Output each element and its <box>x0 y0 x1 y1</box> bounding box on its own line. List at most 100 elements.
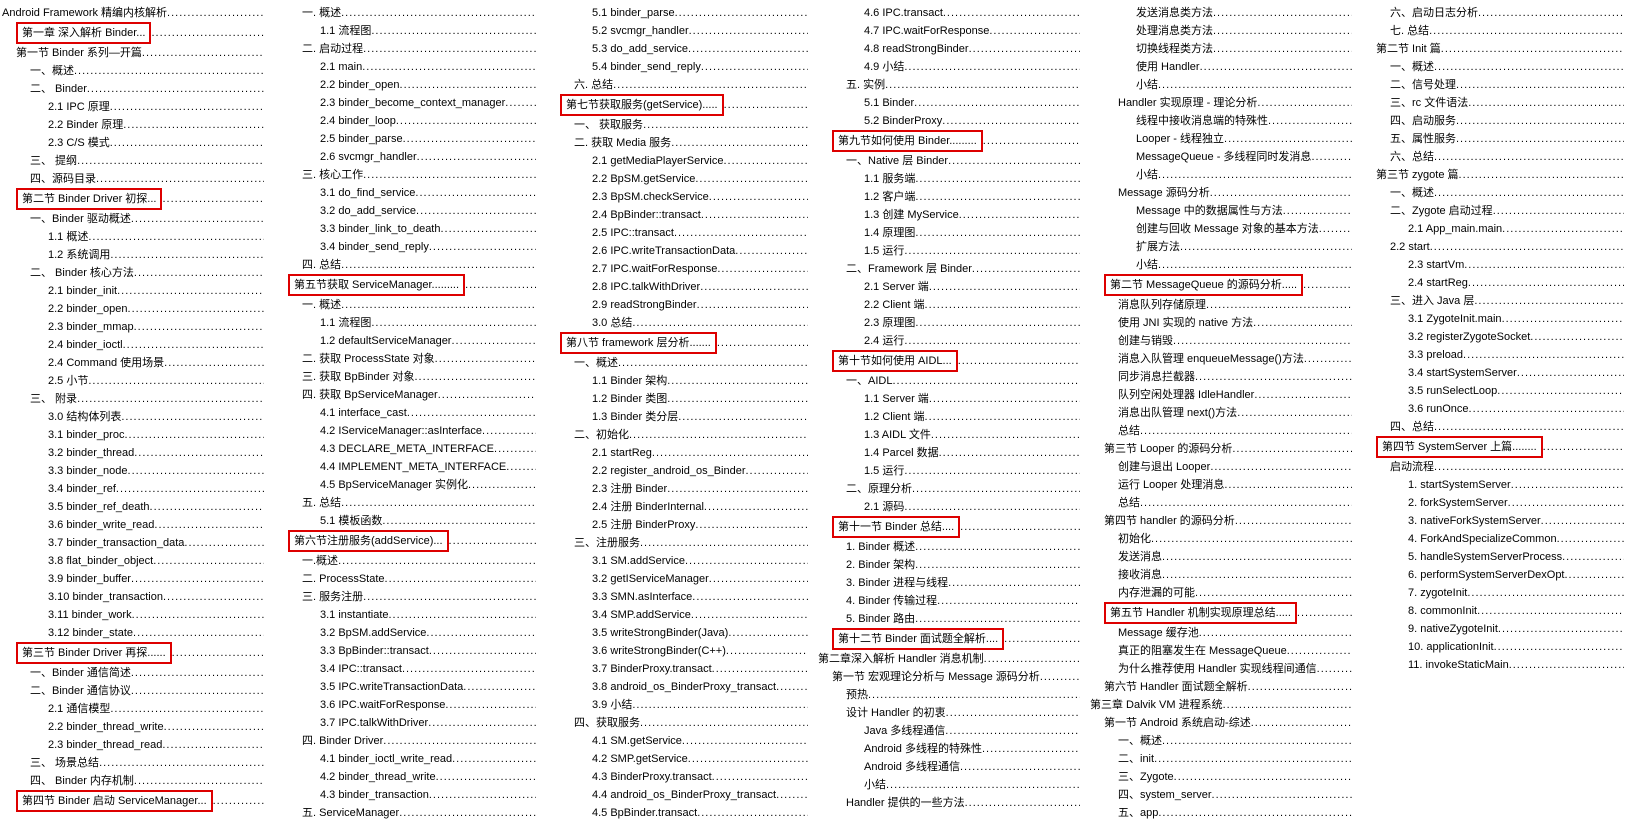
toc-row[interactable]: 4.3 DECLARE_META_INTERFACE <box>274 440 536 458</box>
toc-row[interactable]: 1.1 Server 端 <box>818 390 1080 408</box>
toc-row[interactable]: 发送消息类方法 <box>1090 4 1352 22</box>
toc-row[interactable]: 1.1 服务端 <box>818 170 1080 188</box>
toc-row[interactable]: 2.4 binder_ioctl <box>2 336 264 354</box>
toc-row[interactable]: 1.2 Binder 类图 <box>546 390 808 408</box>
toc-row[interactable]: 2.4 运行 <box>818 332 1080 350</box>
toc-row[interactable]: 3.2 registerZygoteSocket <box>1362 328 1624 346</box>
toc-row[interactable]: 五. 总结 <box>274 494 536 512</box>
toc-row[interactable]: 第二节 Binder Driver 初探... <box>2 188 264 210</box>
toc-row[interactable]: 二、 Binder <box>2 80 264 98</box>
toc-row[interactable]: 第九节如何使用 Binder......... <box>818 130 1080 152</box>
toc-row[interactable]: 4.2 IServiceManager::asInterface <box>274 422 536 440</box>
toc-row[interactable]: 1.1 流程图 <box>274 314 536 332</box>
toc-row[interactable]: 二、Binder 通信协议 <box>2 682 264 700</box>
toc-row[interactable]: 一、Binder 驱动概述 <box>2 210 264 228</box>
toc-row[interactable]: 3.1 do_find_service <box>274 184 536 202</box>
toc-row[interactable]: 5.2 BinderProxy <box>818 112 1080 130</box>
toc-row[interactable]: 一、概述 <box>1362 184 1624 202</box>
toc-row[interactable]: 1.2 defaultServiceManager <box>274 332 536 350</box>
toc-row[interactable]: 3.11 binder_work <box>2 606 264 624</box>
toc-row[interactable]: 3.6 writeStrongBinder(C++) <box>546 642 808 660</box>
toc-row[interactable]: 第二节 Init 篇 <box>1362 40 1624 58</box>
toc-row[interactable]: 第三节 zygote 篇 <box>1362 166 1624 184</box>
toc-row[interactable]: 扩展方法 <box>1090 238 1352 256</box>
toc-row[interactable]: 3.5 runSelectLoop <box>1362 382 1624 400</box>
toc-row[interactable]: 2.3 binder_mmap <box>2 318 264 336</box>
toc-row[interactable]: 内存泄漏的可能 <box>1090 584 1352 602</box>
toc-row[interactable]: Looper - 线程独立 <box>1090 130 1352 148</box>
toc-row[interactable]: 3.4 IPC::transact <box>274 660 536 678</box>
toc-row[interactable]: 五、属性服务 <box>1362 130 1624 148</box>
toc-row[interactable]: 2.2 binder_thread_write <box>2 718 264 736</box>
toc-row[interactable]: 第十节如何使用 AIDL... <box>818 350 1080 372</box>
toc-row[interactable]: 2.7 IPC.waitForResponse <box>546 260 808 278</box>
toc-row[interactable]: 为什么推荐使用 Handler 实现线程间通信 <box>1090 660 1352 678</box>
toc-row[interactable]: 四. 获取 BpServiceManager <box>274 386 536 404</box>
toc-row[interactable]: 3.2 BpSM.addService <box>274 624 536 642</box>
toc-row[interactable]: 3.5 IPC.writeTransactionData <box>274 678 536 696</box>
toc-row[interactable]: 2.1 通信模型 <box>2 700 264 718</box>
toc-row[interactable]: 3.8 flat_binder_object <box>2 552 264 570</box>
toc-row[interactable]: Java 多线程通信 <box>818 722 1080 740</box>
toc-row[interactable]: 接收消息 <box>1090 566 1352 584</box>
toc-row[interactable]: 4.2 SMP.getService <box>546 750 808 768</box>
toc-row[interactable]: 三、rc 文件语法 <box>1362 94 1624 112</box>
toc-row[interactable]: 一、 获取服务 <box>546 116 808 134</box>
toc-row[interactable]: 3.4 binder_ref <box>2 480 264 498</box>
toc-row[interactable]: 四、获取服务 <box>546 714 808 732</box>
toc-row[interactable]: 1.1 概述 <box>2 228 264 246</box>
toc-row[interactable]: 二. ProcessState <box>274 570 536 588</box>
toc-row[interactable]: 初始化 <box>1090 530 1352 548</box>
toc-row[interactable]: 3.7 binder_transaction_data <box>2 534 264 552</box>
toc-row[interactable]: 七. 总结 <box>1362 22 1624 40</box>
toc-row[interactable]: 3.8 android_os_BinderProxy_transact <box>546 678 808 696</box>
toc-row[interactable]: 4.7 IPC.waitForResponse <box>818 22 1080 40</box>
toc-row[interactable]: 第十一节 Binder 总结.... <box>818 516 1080 538</box>
toc-row[interactable]: 4.1 binder_ioctl_write_read <box>274 750 536 768</box>
toc-row[interactable]: 三、Zygote <box>1090 768 1352 786</box>
toc-row[interactable]: 五、app <box>1090 804 1352 822</box>
toc-row[interactable]: 3.4 binder_send_reply <box>274 238 536 256</box>
toc-row[interactable]: 处理消息类方法 <box>1090 22 1352 40</box>
toc-row[interactable]: 四、总结 <box>1362 418 1624 436</box>
toc-row[interactable]: 3.2 binder_thread <box>2 444 264 462</box>
toc-row[interactable]: 线程中接收消息端的特殊性 <box>1090 112 1352 130</box>
toc-row[interactable]: 2.4 startReg <box>1362 274 1624 292</box>
toc-row[interactable]: 9. nativeZygoteInit <box>1362 620 1624 638</box>
toc-row[interactable]: 二. 启动过程 <box>274 40 536 58</box>
toc-row[interactable]: 一、AIDL <box>818 372 1080 390</box>
toc-row[interactable]: 一. 概述 <box>274 296 536 314</box>
toc-row[interactable]: 3.9 binder_buffer <box>2 570 264 588</box>
toc-row[interactable]: 5.1 模板函数 <box>274 512 536 530</box>
toc-row[interactable]: 一、Binder 通信简述 <box>2 664 264 682</box>
toc-row[interactable]: 2.3 binder_become_context_manager <box>274 94 536 112</box>
toc-row[interactable]: 3.2 do_add_service <box>274 202 536 220</box>
toc-row[interactable]: 三、 附录 <box>2 390 264 408</box>
toc-row[interactable]: 二. 获取 Media 服务 <box>546 134 808 152</box>
toc-row[interactable]: 第十二节 Binder 面试题全解析.... <box>818 628 1080 650</box>
toc-row[interactable]: 3.1 binder_proc <box>2 426 264 444</box>
toc-row[interactable]: 第三节 Binder Driver 再探...... <box>2 642 264 664</box>
toc-row[interactable]: 二、Zygote 启动过程 <box>1362 202 1624 220</box>
toc-row[interactable]: Message 中的数据属性与方法 <box>1090 202 1352 220</box>
toc-row[interactable]: 消息队列存储原理 <box>1090 296 1352 314</box>
toc-row[interactable]: 使用 Handler <box>1090 58 1352 76</box>
toc-row[interactable]: 四、 Binder 内存机制 <box>2 772 264 790</box>
toc-row[interactable]: 4.5 BpBinder.transact <box>546 804 808 822</box>
toc-row[interactable]: 五. ServiceManager <box>274 804 536 822</box>
toc-row[interactable]: 1.5 运行 <box>818 462 1080 480</box>
toc-row[interactable]: 2.1 Server 端 <box>818 278 1080 296</box>
toc-row[interactable]: 3.0 结构体列表 <box>2 408 264 426</box>
toc-row[interactable]: 1.4 Parcel 数据 <box>818 444 1080 462</box>
toc-row[interactable]: 3.0 总结 <box>546 314 808 332</box>
toc-row[interactable]: 总结 <box>1090 494 1352 512</box>
toc-row[interactable]: 二、init <box>1090 750 1352 768</box>
toc-row[interactable]: 4.2 binder_thread_write <box>274 768 536 786</box>
toc-row[interactable]: 六. 总结 <box>546 76 808 94</box>
toc-row[interactable]: 3.1 SM.addService <box>546 552 808 570</box>
toc-row[interactable]: 3.7 IPC.talkWithDriver <box>274 714 536 732</box>
toc-row[interactable]: 1.3 创建 MyService <box>818 206 1080 224</box>
toc-row[interactable]: 2. forkSystemServer <box>1362 494 1624 512</box>
toc-row[interactable]: 2.4 binder_loop <box>274 112 536 130</box>
toc-row[interactable]: 1.1 流程图 <box>274 22 536 40</box>
